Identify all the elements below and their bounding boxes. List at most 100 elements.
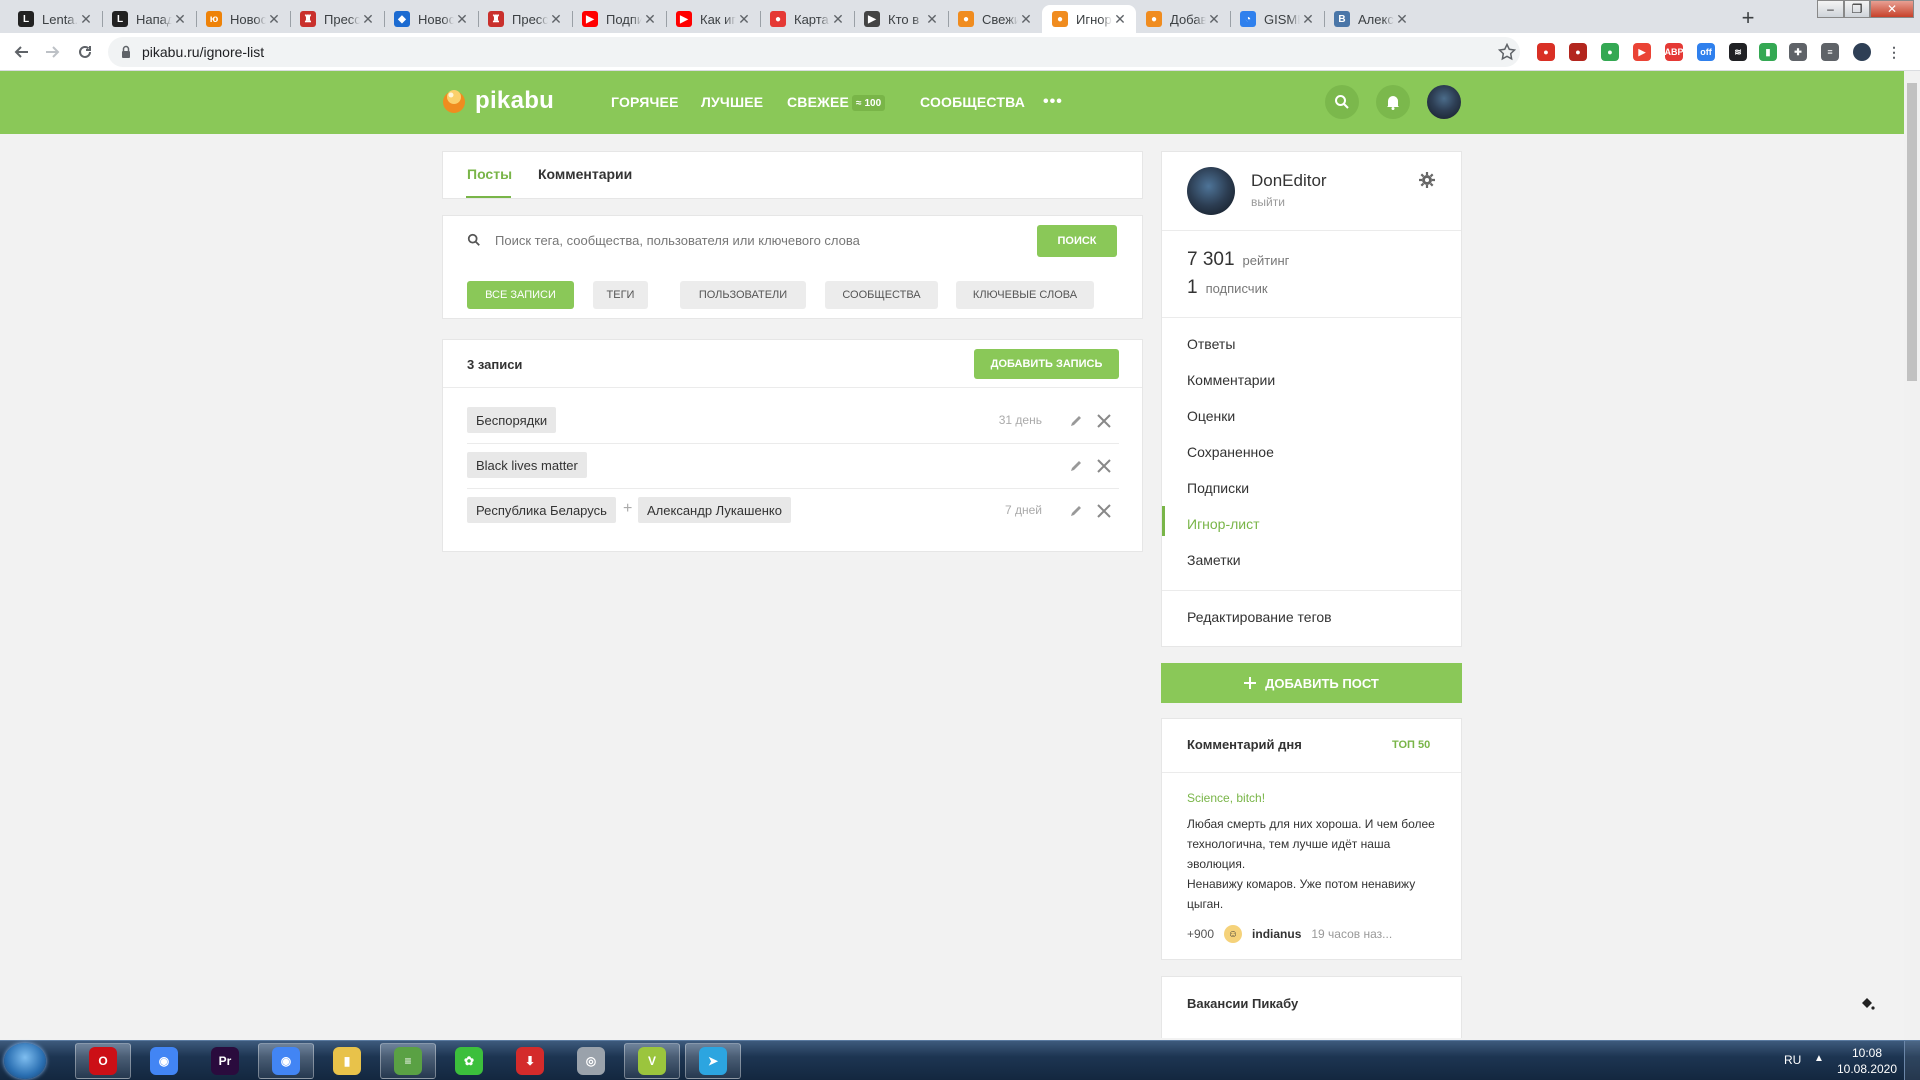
start-button[interactable] (4, 1043, 46, 1079)
extension-icon-2[interactable]: ● (1569, 43, 1587, 61)
notifications-button[interactable] (1376, 85, 1410, 119)
back-button[interactable] (10, 40, 34, 64)
browser-tab[interactable]: ♜ Пресс-це✕ (290, 5, 384, 33)
sidebar-item-answers[interactable]: Ответы (1187, 336, 1235, 352)
taskbar-app-chrome-user[interactable]: ◉ (258, 1043, 314, 1079)
pencil-icon[interactable] (1069, 504, 1083, 518)
close-tab-icon[interactable]: ✕ (78, 11, 94, 27)
tag-chip[interactable]: Александр Лукашенко (638, 497, 791, 523)
profile-avatar[interactable] (1187, 167, 1235, 215)
browser-menu-icon[interactable]: ⋮ (1885, 43, 1903, 61)
close-tab-icon[interactable]: ✕ (830, 11, 846, 27)
logout-link[interactable]: выйти (1251, 195, 1285, 209)
taskbar-app-notepad[interactable]: ≡ (380, 1043, 436, 1079)
media-control-icon[interactable]: ≡ (1821, 43, 1839, 61)
address-bar[interactable]: pikabu.ru/ignore-list (108, 37, 1520, 67)
taskbar-app-icq[interactable]: ✿ (441, 1043, 497, 1079)
add-post-button[interactable]: ДОБАВИТЬ ПОСТ (1161, 663, 1462, 703)
tag-chip[interactable]: Республика Беларусь (467, 497, 616, 523)
filter-keywords[interactable]: КЛЮЧЕВЫЕ СЛОВА (956, 281, 1094, 309)
close-tab-icon[interactable]: ✕ (1394, 11, 1410, 27)
taskbar-app-opera[interactable]: O (75, 1043, 131, 1079)
top50-link[interactable]: ТОП 50 (1392, 739, 1430, 751)
cotd-user-link[interactable]: indianus (1252, 927, 1301, 941)
taskbar-app-vegas[interactable]: V (624, 1043, 680, 1079)
tab-comments[interactable]: Комментарии (538, 166, 632, 182)
sidebar-item-ignore-list[interactable]: Игнор-лист (1187, 516, 1260, 532)
browser-tab[interactable]: L Lenta.ru✕ (8, 5, 102, 33)
taskbar-app-explorer[interactable]: ▮ (319, 1043, 375, 1079)
browser-tab[interactable]: ♜ Пресс-це✕ (478, 5, 572, 33)
close-icon[interactable] (1096, 503, 1112, 519)
profile-avatar-icon[interactable] (1853, 43, 1871, 61)
filter-communities[interactable]: СООБЩЕСТВА (825, 281, 938, 309)
browser-tab[interactable]: ● Добавит✕ (1136, 5, 1230, 33)
filter-tags[interactable]: ТЕГИ (593, 281, 648, 309)
sidebar-item-subscriptions[interactable]: Подписки (1187, 480, 1249, 496)
tag-chip[interactable]: Беспорядки (467, 407, 557, 433)
nav-hot[interactable]: ГОРЯЧЕЕ (611, 94, 679, 110)
edit-tags-link[interactable]: Редактирование тегов (1187, 609, 1332, 625)
close-tab-icon[interactable]: ✕ (736, 11, 752, 27)
sidebar-item-ratings[interactable]: Оценки (1187, 408, 1235, 424)
browser-tab[interactable]: L Нападен✕ (102, 5, 196, 33)
adblock-icon[interactable]: ABP (1665, 43, 1684, 61)
browser-tab[interactable]: ● Игнор-л✕ (1042, 5, 1136, 33)
close-tab-icon[interactable]: ✕ (642, 11, 658, 27)
browser-tab[interactable]: ◔ GISMETE✕ (1230, 5, 1324, 33)
sidebar-item-comments[interactable]: Комментарии (1187, 372, 1275, 388)
taskbar-app-disk[interactable]: ◎ (563, 1043, 619, 1079)
cotd-post-link[interactable]: Science, bitch! (1187, 791, 1265, 805)
tray-expand-icon[interactable]: ▲ (1814, 1053, 1824, 1064)
close-icon[interactable] (1096, 413, 1112, 429)
system-clock[interactable]: 10:08 10.08.2020 (1836, 1045, 1898, 1077)
nav-fresh[interactable]: СВЕЖЕЕ (787, 94, 849, 110)
new-tab-button[interactable]: + (1734, 4, 1762, 32)
close-tab-icon[interactable]: ✕ (454, 11, 470, 27)
filter-users[interactable]: ПОЛЬЗОВАТЕЛИ (680, 281, 806, 309)
browser-tab[interactable]: ▶ Кто в ✕ (854, 5, 948, 33)
extension-icon-7[interactable]: ≋ (1729, 43, 1747, 61)
add-record-button[interactable]: ДОБАВИТЬ ЗАПИСЬ (974, 349, 1119, 379)
browser-tab[interactable]: ю Новости✕ (196, 5, 290, 33)
extension-icon-8[interactable]: ▮ (1759, 43, 1777, 61)
search-button[interactable]: ПОИСК (1037, 225, 1117, 257)
browser-tab[interactable]: ◆ Новости✕ (384, 5, 478, 33)
commenter-avatar-icon[interactable]: ☺ (1224, 925, 1243, 943)
browser-tab[interactable]: ● Свежие✕ (948, 5, 1042, 33)
close-icon[interactable] (1096, 458, 1112, 474)
forward-button[interactable] (40, 40, 64, 64)
minimize-window-button[interactable]: – (1817, 0, 1844, 18)
close-tab-icon[interactable]: ✕ (1112, 11, 1128, 27)
close-window-button[interactable]: ✕ (1870, 0, 1914, 18)
extension-icon-3[interactable]: ● (1601, 43, 1619, 61)
browser-tab[interactable]: В Алексан✕ (1324, 5, 1418, 33)
pencil-icon[interactable] (1069, 414, 1083, 428)
nav-best[interactable]: ЛУЧШЕЕ (701, 94, 763, 110)
user-avatar[interactable] (1427, 85, 1461, 119)
taskbar-app-telegram[interactable]: ➤ (685, 1043, 741, 1079)
language-indicator[interactable]: RU (1784, 1053, 1801, 1067)
browser-tab[interactable]: ▶ Подписк✕ (572, 5, 666, 33)
reload-button[interactable] (73, 40, 97, 64)
browser-tab[interactable]: ● Карта ра✕ (760, 5, 854, 33)
close-tab-icon[interactable]: ✕ (1206, 11, 1222, 27)
gear-icon[interactable] (1419, 172, 1435, 188)
sidebar-item-notes[interactable]: Заметки (1187, 552, 1241, 568)
close-tab-icon[interactable]: ✕ (924, 11, 940, 27)
close-tab-icon[interactable]: ✕ (266, 11, 282, 27)
extensions-puzzle-icon[interactable]: ✚ (1789, 43, 1807, 61)
tab-posts[interactable]: Посты (467, 166, 512, 182)
taskbar-app-chrome[interactable]: ◉ (136, 1043, 192, 1079)
browser-tab[interactable]: ▶ Как игра✕ (666, 5, 760, 33)
jobs-title[interactable]: Вакансии Пикабу (1187, 996, 1298, 1011)
taskbar-app-premiere[interactable]: Pr (197, 1043, 253, 1079)
header-search-button[interactable] (1325, 85, 1359, 119)
nav-communities[interactable]: СООБЩЕСТВА (920, 94, 1025, 110)
close-tab-icon[interactable]: ✕ (548, 11, 564, 27)
close-tab-icon[interactable]: ✕ (172, 11, 188, 27)
filter-all[interactable]: ВСЕ ЗАПИСИ (467, 281, 574, 309)
paint-bucket-icon[interactable] (1859, 995, 1875, 1011)
nav-more-icon[interactable]: ••• (1043, 93, 1063, 111)
extension-icon-1[interactable]: ● (1537, 43, 1555, 61)
